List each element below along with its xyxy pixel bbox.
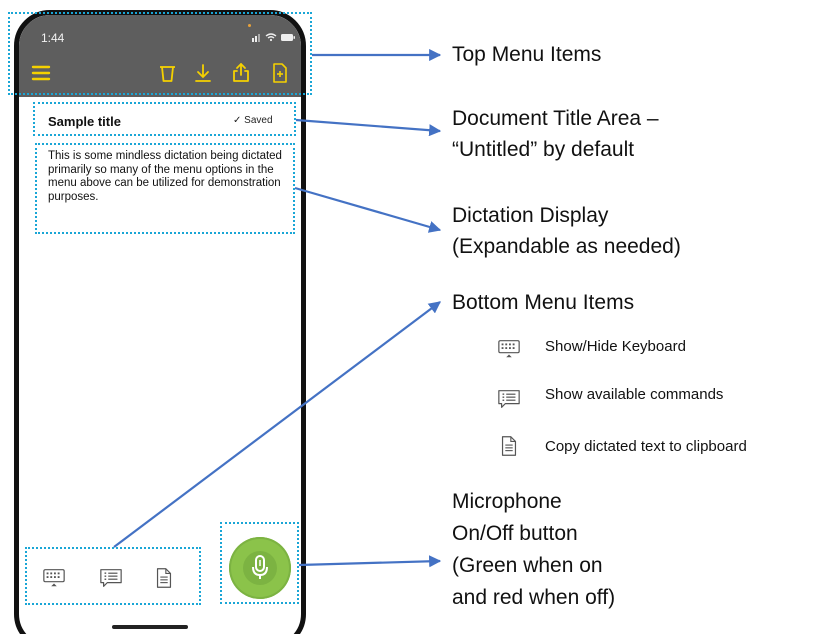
callout-mic-line1: Microphone: [452, 490, 562, 513]
legend-commands-label: Show available commands: [545, 386, 724, 403]
callout-top-menu: Top Menu Items: [452, 43, 602, 66]
keyboard-icon: [497, 337, 521, 361]
highlight-title-area: [33, 102, 296, 136]
highlight-dictation-display: [35, 143, 295, 234]
callout-mic-line4: and red when off): [452, 586, 616, 609]
copy-icon: [497, 434, 521, 458]
highlight-microphone: [220, 522, 299, 604]
arrow-dictation: [294, 186, 442, 233]
callout-bottom-menu: Bottom Menu Items: [452, 291, 635, 314]
commands-icon: [497, 387, 521, 411]
highlight-top-menu: [8, 12, 312, 95]
arrow-microphone: [298, 555, 442, 568]
arrow-title-area: [295, 118, 442, 137]
callout-mic-line2: On/Off button: [452, 522, 578, 545]
callout-dictation-line2: (Expandable as needed): [452, 235, 681, 258]
callout-dictation-line1: Dictation Display: [452, 204, 609, 227]
highlight-bottom-menu: [25, 547, 201, 605]
home-indicator: [112, 625, 188, 629]
callout-title-area-line2: “Untitled” by default: [452, 138, 635, 161]
callout-title-area-line1: Document Title Area –: [452, 107, 659, 130]
legend-copy-label: Copy dictated text to clipboard: [545, 438, 747, 455]
legend-keyboard-label: Show/Hide Keyboard: [545, 338, 686, 355]
callout-mic-line3: (Green when on: [452, 554, 603, 577]
